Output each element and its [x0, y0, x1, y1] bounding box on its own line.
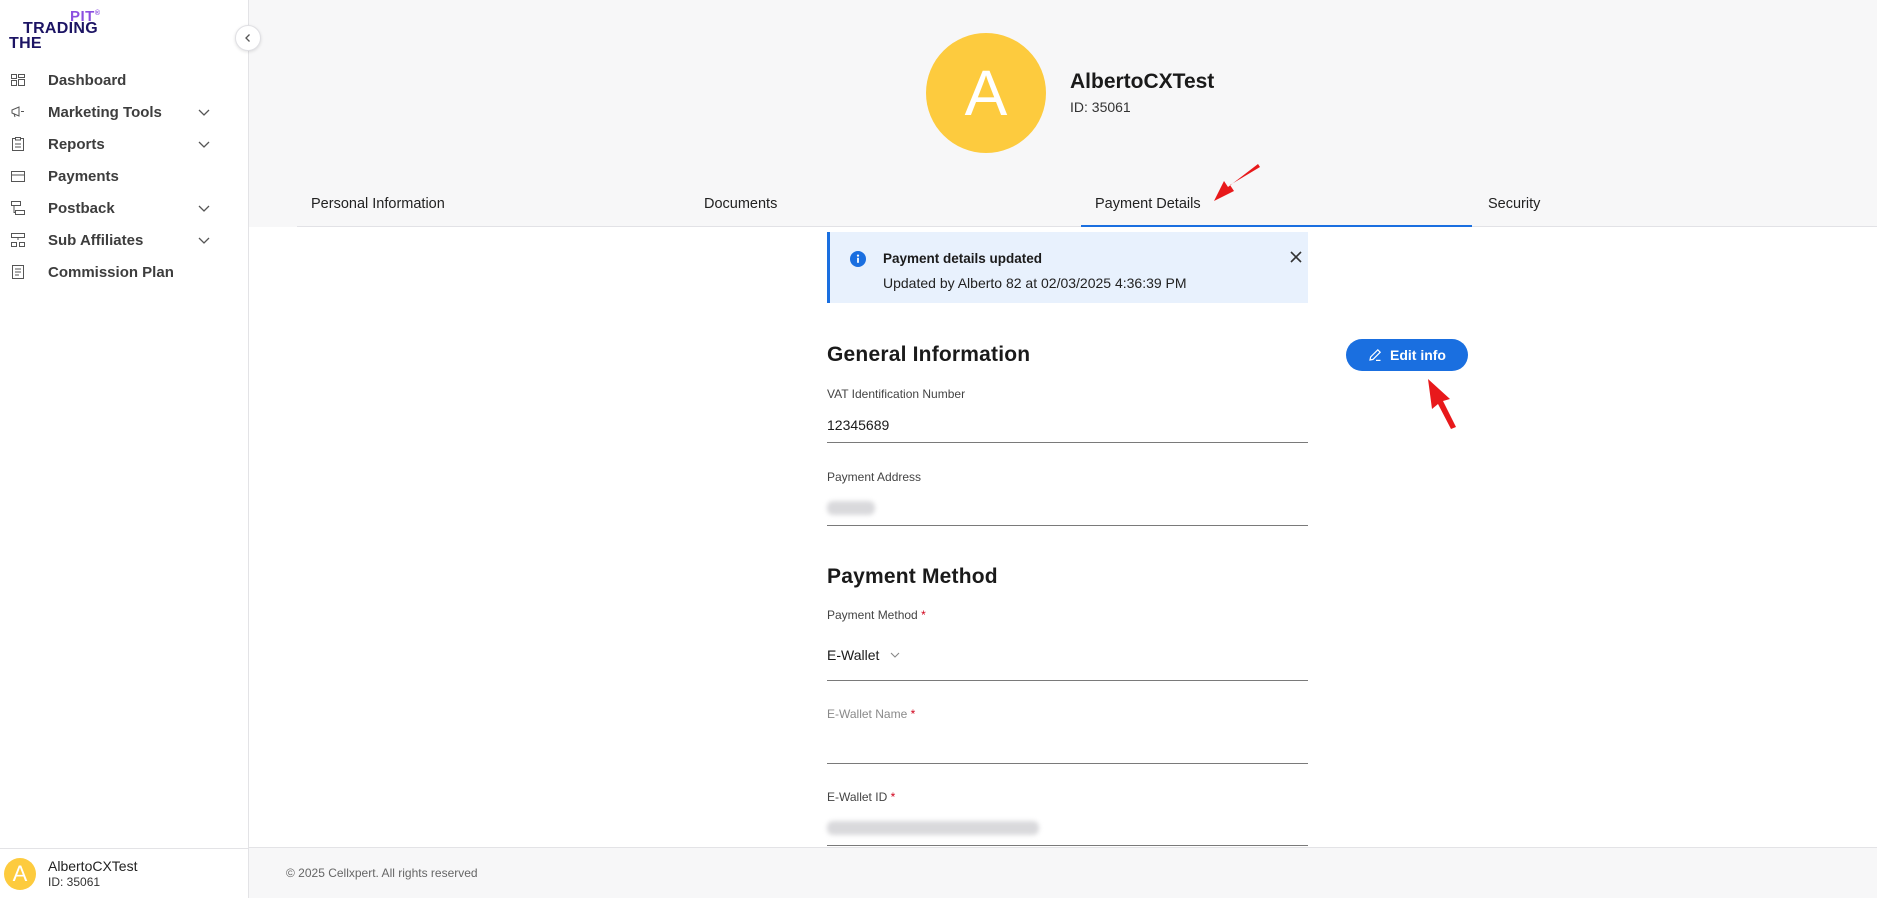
payment-method-select[interactable]: E-Wallet [827, 647, 901, 663]
annotation-arrow [1428, 379, 1456, 429]
ewallet-id-underline [827, 845, 1308, 846]
logo-text-the: THE [9, 35, 42, 52]
credit-card-icon [10, 168, 26, 184]
sidebar: PIT® TRADING THE Dashboard Marketing Too… [0, 0, 249, 898]
sidebar-item-reports[interactable]: Reports [0, 128, 248, 160]
brand-logo[interactable]: PIT® TRADING THE [9, 8, 109, 52]
chevron-down-icon[interactable] [196, 232, 212, 248]
tab-payment-details[interactable]: Payment Details [1081, 196, 1472, 227]
profile-avatar: A [926, 33, 1046, 153]
sidebar-item-label: Marketing Tools [48, 103, 162, 121]
profile-name: AlbertoCXTest [1070, 70, 1215, 93]
info-icon [850, 251, 866, 267]
payment-address-underline [827, 525, 1308, 526]
sidebar-item-label: Commission Plan [48, 263, 174, 281]
payment-address-label: Payment Address [827, 470, 922, 484]
sidebar-user-id: ID: 35061 [48, 875, 101, 889]
megaphone-icon [10, 104, 26, 120]
sidebar-nav: Dashboard Marketing Tools Reports Paymen… [0, 64, 248, 288]
annotation-arrow [1214, 164, 1260, 201]
sidebar-item-dashboard[interactable]: Dashboard [0, 64, 248, 96]
page-footer: © 2025 Cellxpert. All rights reserved [249, 847, 1877, 898]
main-area: A AlbertoCXTest ID: 35061 Personal Infor… [249, 0, 1877, 898]
update-alert: Payment details updated Updated by Alber… [827, 232, 1308, 303]
general-information-title: General Information [827, 343, 1031, 366]
sidebar-user-card[interactable]: A AlbertoCXTest ID: 35061 [0, 848, 248, 898]
ewallet-name-underline[interactable] [827, 763, 1308, 764]
ewallet-name-label: E-Wallet Name * [827, 707, 916, 721]
sidebar-item-payments[interactable]: Payments [0, 160, 248, 192]
chevron-left-icon [245, 34, 250, 42]
tab-security[interactable]: Security [1488, 196, 1540, 227]
sidebar-item-label: Payments [48, 167, 119, 185]
vat-label: VAT Identification Number [827, 387, 966, 401]
sidebar-item-label: Sub Affiliates [48, 231, 144, 249]
chevron-down-icon[interactable] [196, 136, 212, 152]
profile-tabs: Personal Information Documents Payment D… [297, 190, 1877, 227]
network-icon [10, 232, 26, 248]
chevron-down-icon[interactable] [196, 200, 212, 216]
sidebar-item-label: Dashboard [48, 71, 127, 89]
clipboard-icon [10, 136, 26, 152]
sidebar-item-label: Reports [48, 135, 105, 153]
ewallet-id-value-redacted[interactable] [827, 821, 1039, 835]
sidebar-item-label: Postback [48, 199, 115, 217]
sidebar-user-name: AlbertoCXTest [48, 858, 138, 874]
payment-method-label: Payment Method * [827, 608, 926, 622]
payment-method-value: E-Wallet [827, 647, 880, 663]
vat-underline [827, 442, 1308, 443]
chevron-down-icon [891, 652, 900, 658]
alert-message: Updated by Alberto 82 at 02/03/2025 4:36… [883, 275, 1187, 291]
sidebar-item-postback[interactable]: Postback [0, 192, 248, 224]
dashboard-icon [10, 72, 26, 88]
payment-details-panel: Payment details updated Updated by Alber… [249, 227, 1877, 847]
profile-id: ID: 35061 [1070, 99, 1131, 115]
sidebar-item-commission-plan[interactable]: Commission Plan [0, 256, 248, 288]
edit-info-label: Edit info [1390, 347, 1446, 363]
payment-method-title: Payment Method [827, 565, 998, 588]
collapse-sidebar-button[interactable] [235, 25, 261, 51]
pencil-icon [1369, 348, 1382, 361]
sidebar-user-info: AlbertoCXTest ID: 35061 [48, 858, 137, 889]
tab-personal-information[interactable]: Personal Information [311, 196, 445, 227]
avatar: A [4, 857, 36, 890]
alert-title: Payment details updated [883, 251, 1043, 266]
payment-method-underline [827, 680, 1308, 681]
payment-address-value-redacted[interactable] [827, 501, 875, 515]
sidebar-item-marketing-tools[interactable]: Marketing Tools [0, 96, 248, 128]
tab-documents[interactable]: Documents [704, 196, 777, 227]
sidebar-item-sub-affiliates[interactable]: Sub Affiliates [0, 224, 248, 256]
copyright-text: © 2025 Cellxpert. All rights reserved [286, 866, 478, 880]
ewallet-id-label: E-Wallet ID * [827, 790, 896, 804]
edit-info-button[interactable]: Edit info [1346, 339, 1468, 371]
close-icon[interactable] [1289, 250, 1303, 264]
postback-icon [10, 200, 26, 216]
vat-value[interactable]: 12345689 [827, 417, 889, 433]
chevron-down-icon[interactable] [196, 104, 212, 120]
document-icon [10, 264, 26, 280]
